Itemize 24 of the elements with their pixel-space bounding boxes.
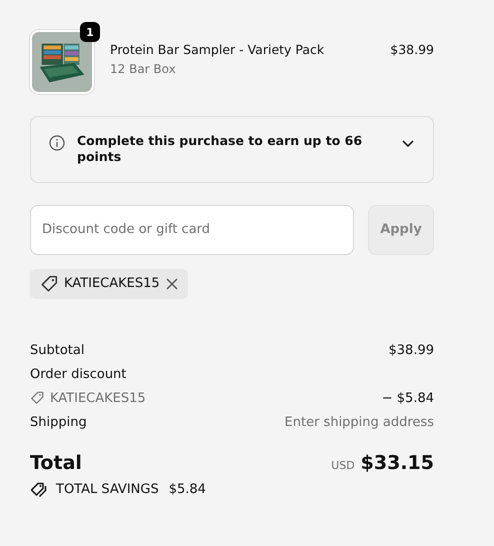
summary-value: − $5.84 xyxy=(382,390,434,406)
tags-icon xyxy=(30,482,48,498)
quantity-badge: 1 xyxy=(80,22,100,42)
total-label: Total xyxy=(30,452,82,474)
product-variant: 12 Bar Box xyxy=(110,62,177,76)
points-notice[interactable]: Complete this purchase to earn up to 66 points xyxy=(30,116,434,182)
close-icon[interactable] xyxy=(166,278,178,290)
summary-label: Shipping xyxy=(30,414,87,430)
savings-amount: $5.84 xyxy=(168,482,206,497)
tag-icon xyxy=(40,274,58,292)
summary-label: KATIECAKES15 xyxy=(50,390,146,406)
points-message: Complete this purchase to earn up to 66 points xyxy=(77,133,364,166)
savings-label: TOTAL SAVINGS xyxy=(56,482,159,497)
product-price: $38.99 xyxy=(390,41,434,57)
total-amount: $33.15 xyxy=(360,452,434,474)
summary-value: $38.99 xyxy=(388,342,434,358)
info-icon xyxy=(49,135,65,151)
product-name: Protein Bar Sampler - Variety Pack xyxy=(110,42,326,57)
summary-label: Subtotal xyxy=(30,342,84,358)
discount-code: KATIECAKES15 xyxy=(64,276,160,291)
tag-icon xyxy=(30,391,44,405)
summary-label: Order discount xyxy=(30,366,126,382)
currency-code: USD xyxy=(331,458,355,472)
summary-value: Enter shipping address xyxy=(284,414,434,430)
